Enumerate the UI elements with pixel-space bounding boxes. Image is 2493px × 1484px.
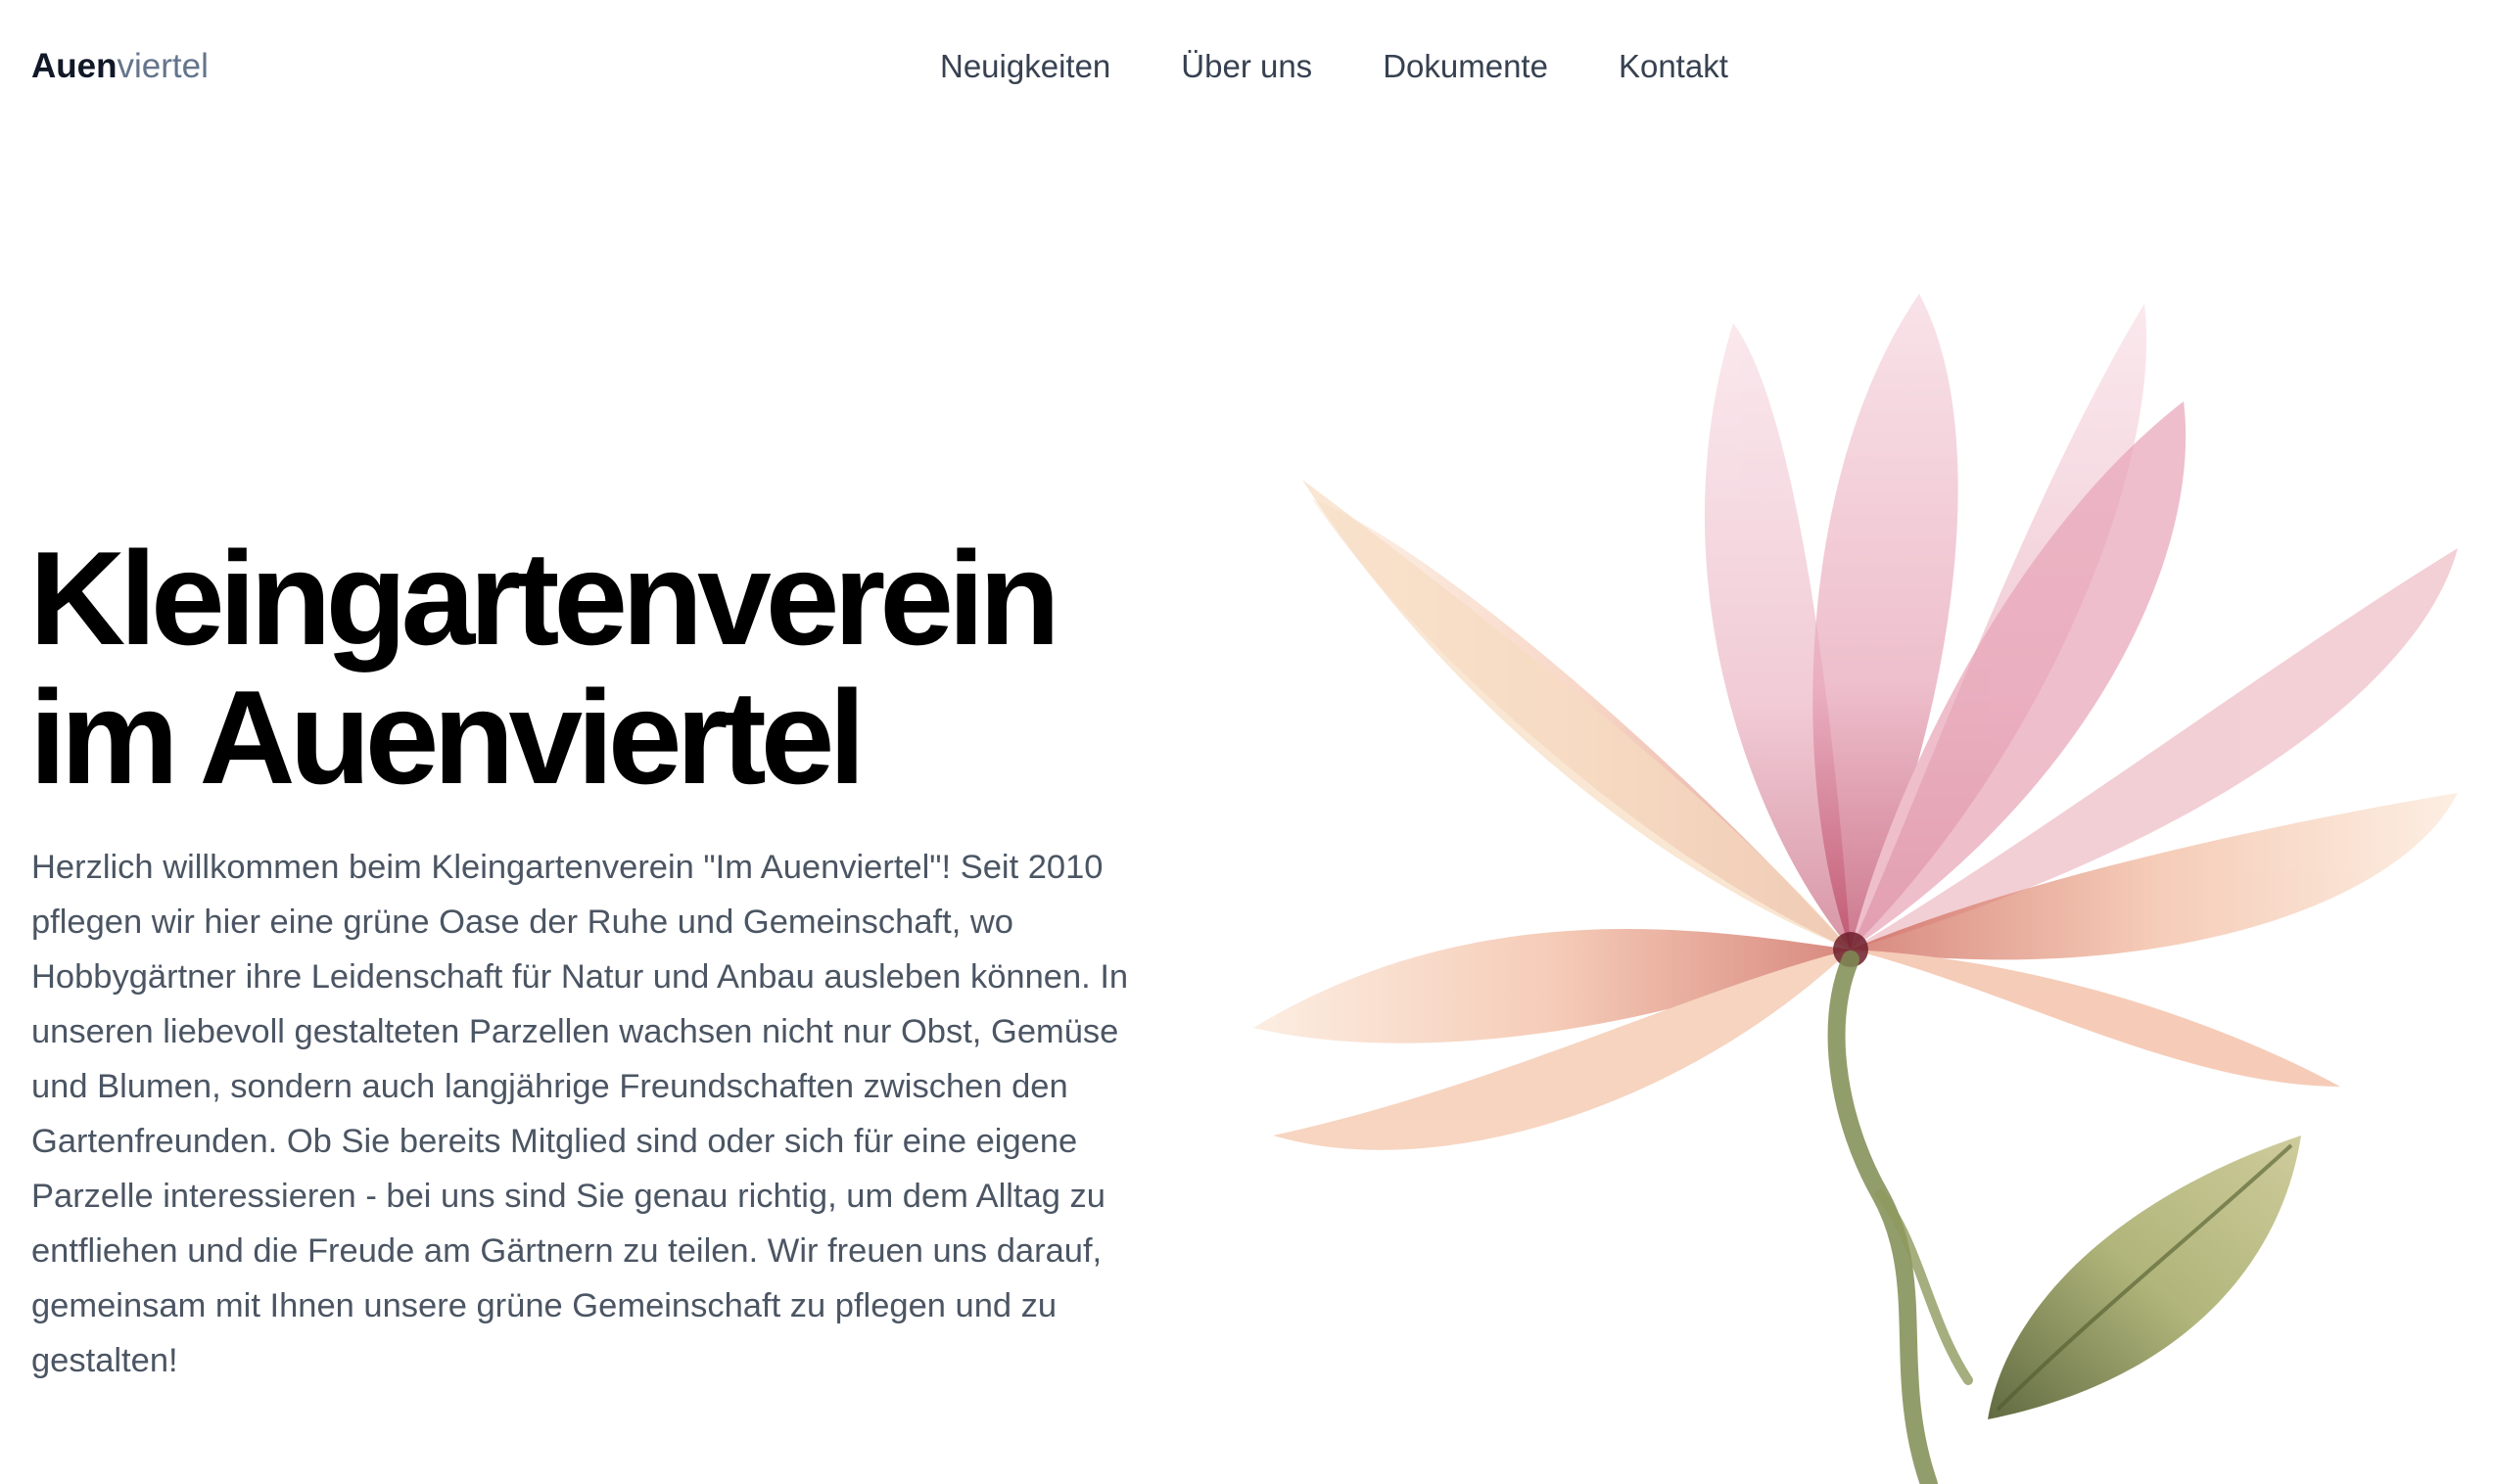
logo-strong-text: Auen [31, 47, 118, 85]
main-nav: Neuigkeiten Über uns Dokumente Kontakt [940, 43, 1728, 90]
nav-item-kontakt[interactable]: Kontakt [1619, 43, 1728, 90]
nav-item-neuigkeiten[interactable]: Neuigkeiten [940, 43, 1110, 90]
nav-item-ueber-uns[interactable]: Über uns [1181, 43, 1312, 90]
hero-flower-image [1244, 284, 2493, 1484]
site-logo[interactable]: Auenviertel [31, 43, 209, 90]
watercolor-flower-icon [1253, 294, 2458, 1484]
nav-item-dokumente[interactable]: Dokumente [1383, 43, 1548, 90]
page-title-line-1: Kleingartenverein [29, 524, 1060, 672]
intro-paragraph: Herzlich willkommen beim Kleingartenvere… [31, 849, 1129, 1379]
page-title-line-2: im Auenviertel [29, 663, 866, 812]
logo-light-text: viertel [117, 47, 209, 85]
page-title: Kleingartenverein im Auenviertel [29, 529, 1224, 807]
site-header: Auenviertel Neuigkeiten Über uns Dokumen… [0, 0, 2493, 137]
